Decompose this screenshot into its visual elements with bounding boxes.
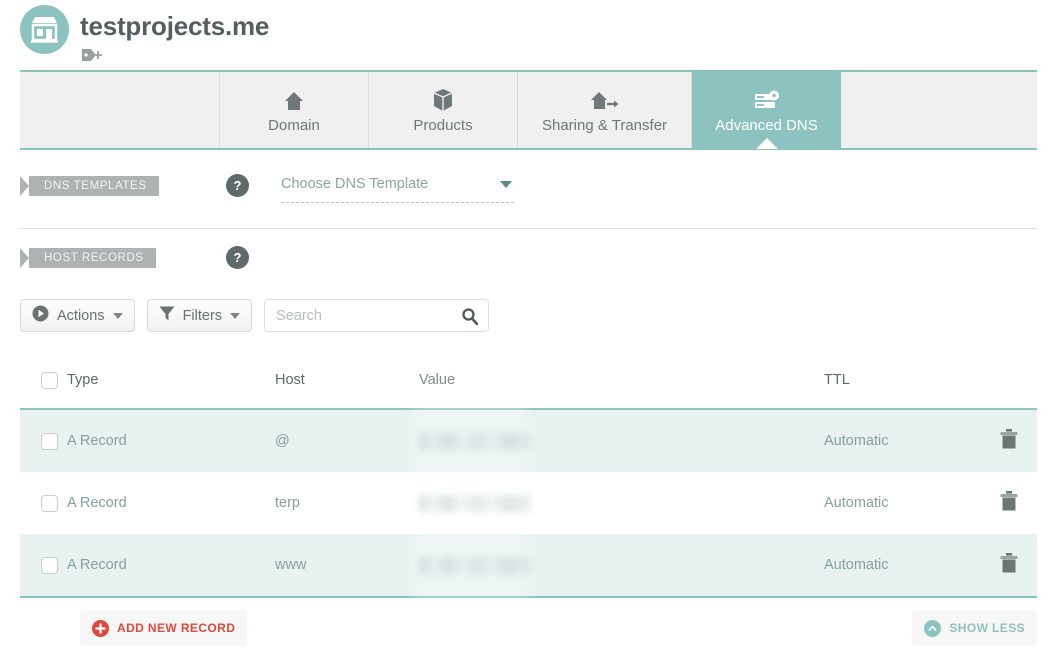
table-row[interactable]: A Record terp Automatic (20, 472, 1037, 534)
redacted-value (419, 432, 531, 450)
trash-icon[interactable] (999, 552, 1019, 578)
tab-domain-label: Domain (268, 117, 320, 134)
table-header-row: Type Host Value TTL (20, 352, 1037, 410)
cell-type: A Record (67, 495, 127, 511)
tab-products[interactable]: Products (369, 72, 518, 148)
cell-host: terp (275, 495, 300, 511)
tab-sharing-transfer-label: Sharing & Transfer (541, 117, 668, 134)
section-ribbon-dns-templates: DNS TEMPLATES (20, 176, 159, 196)
help-glyph: ? (233, 178, 242, 193)
search-input[interactable] (265, 300, 489, 331)
search-icon[interactable] (462, 308, 479, 330)
cell-value (419, 432, 824, 450)
section-ribbon-host-records: HOST RECORDS (20, 248, 156, 268)
select-all-checkbox[interactable] (41, 371, 58, 389)
column-header-ttl: TTL (824, 372, 850, 388)
table-footer: ADD NEW RECORD SHOW LESS (20, 610, 1037, 646)
tab-domain[interactable]: Domain (220, 72, 369, 148)
actions-button[interactable]: Actions (20, 299, 135, 332)
dns-template-select-value: Choose DNS Template (281, 176, 429, 192)
search-box[interactable] (264, 299, 490, 332)
trash-icon[interactable] (999, 490, 1019, 516)
dns-templates-label: DNS TEMPLATES (44, 180, 147, 192)
tab-advanced-dns-label: Advanced DNS (715, 117, 818, 134)
home-icon (283, 86, 305, 112)
row-checkbox[interactable] (41, 494, 58, 512)
redacted-value (419, 494, 531, 512)
chevron-up-icon (924, 619, 942, 637)
storefront-glyph (31, 17, 58, 43)
tab-bar-right-spacer (841, 72, 1037, 148)
cell-host: www (275, 557, 307, 573)
active-tab-pointer (755, 138, 778, 149)
column-header-value: Value (419, 372, 456, 388)
page-header: testprojects.me (0, 0, 1057, 61)
table-row[interactable]: A Record www Automatic (20, 534, 1037, 596)
dns-templates-help-icon[interactable]: ? (226, 174, 249, 197)
transfer-icon (590, 86, 620, 112)
storefront-icon (20, 5, 69, 54)
actions-button-label: Actions (57, 307, 105, 324)
play-circle-icon (32, 305, 49, 326)
table-row[interactable]: A Record @ Automatic (20, 410, 1037, 472)
filters-button[interactable]: Filters (146, 299, 253, 332)
dns-server-icon (753, 86, 781, 112)
add-new-record-label: ADD NEW RECORD (117, 621, 236, 635)
column-header-type: Type (67, 372, 99, 388)
filters-button-label: Filters (182, 307, 223, 324)
trash-icon[interactable] (999, 428, 1019, 454)
host-records-label: HOST RECORDS (44, 252, 144, 264)
records-toolbar: Actions Filters (20, 299, 490, 332)
cell-ttl: Automatic (824, 433, 889, 449)
add-new-record-button[interactable]: ADD NEW RECORD (80, 610, 248, 646)
cell-value (419, 494, 824, 512)
column-header-host: Host (275, 372, 305, 388)
section-divider (20, 228, 1037, 229)
cell-type: A Record (67, 557, 127, 573)
page-title: testprojects.me (80, 11, 270, 41)
host-records-table: Type Host Value TTL A Record @ Automatic (20, 352, 1037, 598)
redacted-value (419, 556, 531, 574)
chevron-down-icon (230, 312, 241, 319)
row-select-cell (20, 494, 67, 512)
show-less-label: SHOW LESS (949, 621, 1025, 635)
cell-value (419, 556, 824, 574)
row-checkbox[interactable] (41, 556, 58, 574)
box-icon (433, 86, 453, 112)
cell-delete (996, 552, 1037, 578)
row-select-cell (20, 556, 67, 574)
funnel-icon (159, 305, 175, 326)
show-less-button[interactable]: SHOW LESS (912, 610, 1037, 646)
select-all-cell (20, 371, 67, 389)
tab-bar-left-spacer (20, 72, 220, 148)
tag-plus-icon[interactable] (81, 46, 105, 64)
main-tab-bar: Domain Products Sharing & Transfer Advan… (20, 70, 1037, 150)
chevron-down-icon (112, 312, 123, 319)
tab-sharing-transfer[interactable]: Sharing & Transfer (518, 72, 692, 148)
dns-template-select[interactable]: Choose DNS Template (281, 175, 514, 203)
host-records-help-icon[interactable]: ? (226, 246, 249, 269)
chevron-down-icon (500, 181, 512, 188)
cell-ttl: Automatic (824, 495, 889, 511)
tab-products-label: Products (413, 117, 473, 134)
cell-host: @ (275, 433, 290, 449)
plus-circle-icon (92, 619, 109, 637)
row-select-cell (20, 432, 67, 450)
cell-ttl: Automatic (824, 557, 889, 573)
help-glyph: ? (233, 250, 242, 265)
table-body: A Record @ Automatic A Record terp Autom… (20, 410, 1037, 598)
cell-type: A Record (67, 433, 127, 449)
row-checkbox[interactable] (41, 432, 58, 450)
tab-advanced-dns[interactable]: Advanced DNS (692, 72, 841, 149)
cell-delete (996, 428, 1037, 454)
cell-delete (996, 490, 1037, 516)
